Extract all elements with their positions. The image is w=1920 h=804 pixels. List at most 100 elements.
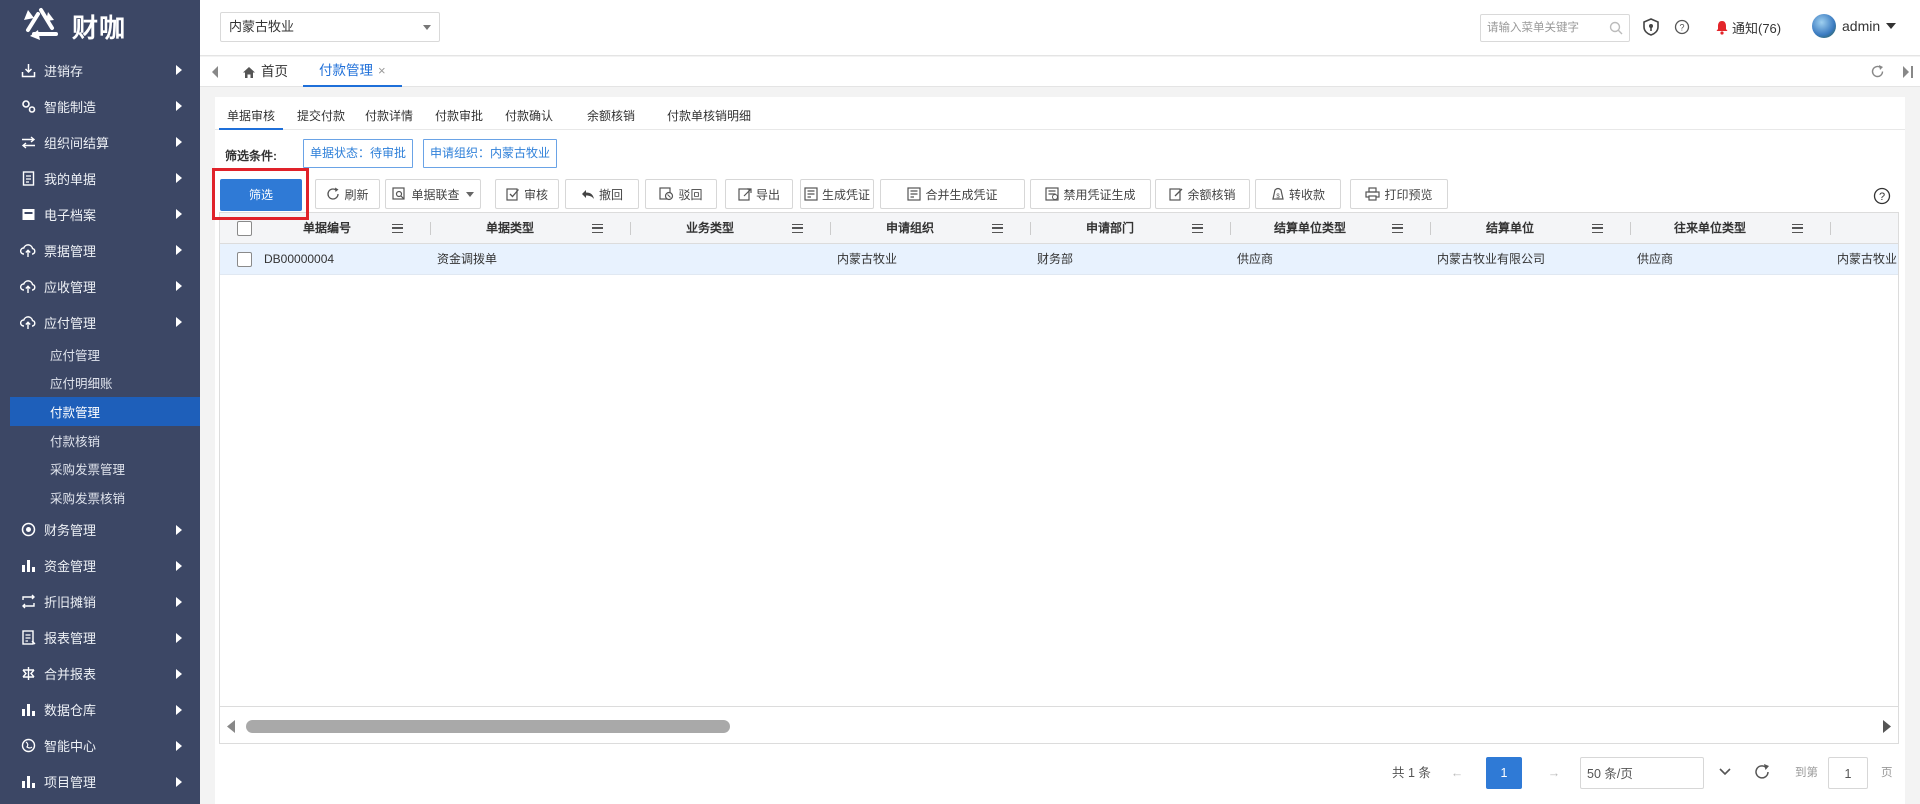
menu-label: 折旧摊销	[44, 595, 97, 611]
print-preview-button[interactable]: 打印预览	[1350, 179, 1448, 209]
sidebar-subitem[interactable]: 付款核销	[0, 426, 200, 455]
column-header[interactable]: 往	[1830, 213, 1898, 244]
document-link-button[interactable]: 单据联查	[385, 179, 481, 209]
subtab[interactable]: 余额核销	[579, 104, 643, 130]
row-checkbox[interactable]	[237, 252, 252, 267]
refresh-page-icon[interactable]	[1753, 755, 1771, 787]
merge-voucher-button[interactable]: 合并生成凭证	[880, 179, 1025, 209]
notification-label: 通知(76)	[1732, 21, 1782, 36]
subtab[interactable]: 付款审批	[427, 104, 491, 130]
notification-button[interactable]: 通知(76)	[1715, 18, 1781, 37]
tab-home[interactable]: 首页	[242, 57, 288, 87]
sidebar-subitem[interactable]: 采购发票管理	[0, 454, 200, 483]
column-menu-icon[interactable]	[1592, 224, 1603, 233]
sidebar-menu-item[interactable]: 电子档案	[0, 196, 200, 232]
scroll-left-icon[interactable]	[226, 720, 236, 733]
prev-page-icon[interactable]: ←	[1440, 757, 1474, 789]
voucher-icon	[907, 187, 922, 201]
column-header[interactable]: 申请组织	[830, 213, 990, 244]
table-row[interactable]: DB00000004 资金调拨单 内蒙古牧业 财务部 供应商 内蒙古牧业有限公司 供应商 内蒙…	[220, 244, 1898, 275]
column-menu-icon[interactable]	[1792, 224, 1803, 233]
sidebar-menu-item[interactable]: 数据仓库	[0, 692, 200, 728]
generate-voucher-button[interactable]: 生成凭证	[800, 179, 874, 209]
reload-icon[interactable]	[1870, 64, 1885, 79]
to-receipt-button[interactable]: $ 转收款	[1255, 179, 1341, 209]
column-header[interactable]: 申请部门	[1030, 213, 1190, 244]
subtab[interactable]: 提交付款	[289, 104, 353, 130]
column-menu-icon[interactable]	[1392, 224, 1403, 233]
shield-icon[interactable]	[1642, 18, 1660, 36]
scrollbar-thumb[interactable]	[246, 720, 730, 733]
logo[interactable]: 财咖	[0, 0, 200, 52]
sidebar-menu-item[interactable]: 资金管理	[0, 548, 200, 584]
sidebar-menu-item[interactable]: 票据管理	[0, 232, 200, 268]
reject-button[interactable]: 驳回	[645, 179, 717, 209]
sidebar-menu-item[interactable]: 我的单据	[0, 160, 200, 196]
sidebar-menu-item[interactable]: 折旧摊销	[0, 584, 200, 620]
column-menu-icon[interactable]	[992, 224, 1003, 233]
sidebar-menu-item[interactable]: 报表管理	[0, 620, 200, 656]
balance-writeoff-button[interactable]: 余额核销	[1155, 179, 1250, 209]
sidebar-menu-item[interactable]: 应收管理	[0, 268, 200, 304]
page-size-select[interactable]: 50 条/页	[1580, 757, 1704, 789]
inventory-icon	[20, 62, 36, 78]
approve-button[interactable]: 审核	[495, 179, 559, 209]
sidebar-menu-item[interactable]: 合并报表	[0, 656, 200, 692]
sidebar-menu-item[interactable]: 组织间结算	[0, 124, 200, 160]
refresh-button[interactable]: 刷新	[315, 179, 380, 209]
tab-scroll-left-icon[interactable]	[210, 65, 220, 79]
subtabs: 单据审核 提交付款 付款详情 付款审批 付款确认 余额核销 付款单核销明细	[215, 104, 1905, 130]
menu-search-input[interactable]: 请输入菜单关键字	[1480, 14, 1630, 42]
horizontal-scrollbar[interactable]	[220, 706, 1898, 743]
withdraw-button[interactable]: 撤回	[565, 179, 639, 209]
printer-icon	[1365, 187, 1381, 201]
column-header[interactable]: 结算单位	[1430, 213, 1590, 244]
disable-voucher-button[interactable]: 禁用凭证生成	[1030, 179, 1151, 209]
subtab[interactable]: 付款单核销明细	[659, 104, 759, 130]
sidebar-menu-item[interactable]: 财务管理	[0, 512, 200, 548]
user-menu[interactable]: admin	[1812, 14, 1897, 38]
sidebar-menu-item[interactable]: 应付管理	[0, 304, 200, 340]
page-current[interactable]: 1	[1486, 757, 1522, 789]
sidebar-subitem[interactable]: 采购发票核销	[0, 483, 200, 512]
sidebar-subitem-active[interactable]: 付款管理	[10, 397, 200, 426]
column-header[interactable]: 往来单位类型	[1630, 213, 1790, 244]
scroll-right-icon[interactable]	[1882, 720, 1892, 733]
filter-chip-status[interactable]: 单据状态：待审批	[303, 139, 414, 168]
sidebar-menu-item[interactable]: 智能制造	[0, 88, 200, 124]
column-menu-icon[interactable]	[392, 224, 403, 233]
export-button[interactable]: 导出	[725, 179, 793, 209]
chevron-down-icon[interactable]	[1718, 765, 1732, 781]
button-label: 导出	[755, 187, 780, 202]
sidebar-menu-item[interactable]: 项目管理	[0, 764, 200, 800]
org-select[interactable]: 内蒙古牧业	[220, 12, 440, 42]
next-page-icon[interactable]: →	[1537, 757, 1571, 789]
tab-scroll-right-icon[interactable]	[1901, 65, 1915, 79]
subtab[interactable]: 付款详情	[357, 104, 421, 130]
column-menu-icon[interactable]	[592, 224, 603, 233]
help-icon[interactable]: ?	[1674, 19, 1690, 35]
menu-label: 进销存	[44, 63, 84, 79]
filter-chip-org[interactable]: 申请组织：内蒙古牧业	[423, 139, 558, 168]
document-search-icon	[392, 187, 407, 201]
tab-payment-management[interactable]: 付款管理 ×	[303, 57, 402, 87]
voucher-icon	[1045, 187, 1060, 201]
pagination: 共 1 条 ← 1 → 50 条/页 到第 1 页	[215, 757, 1905, 789]
sidebar-menu-item[interactable]: 进销存	[0, 52, 200, 88]
goto-page-input[interactable]: 1	[1828, 757, 1868, 789]
sidebar-menu-item[interactable]: 智能中心	[0, 728, 200, 764]
menu-label: 数据仓库	[44, 703, 97, 719]
sidebar-subitem[interactable]: 应付明细账	[0, 369, 200, 398]
column-menu-icon[interactable]	[1192, 224, 1203, 233]
column-header[interactable]: 单据类型	[430, 213, 590, 244]
question-icon[interactable]: ?	[1873, 187, 1891, 205]
column-header[interactable]: 结算单位类型	[1230, 213, 1390, 244]
subtab[interactable]: 付款确认	[497, 104, 561, 130]
subtab-active[interactable]: 单据审核	[219, 104, 284, 130]
sidebar-subitem[interactable]: 应付管理	[0, 340, 200, 369]
column-menu-icon[interactable]	[792, 224, 803, 233]
search-icon[interactable]	[1609, 21, 1623, 35]
select-all-checkbox[interactable]	[237, 221, 252, 236]
close-icon[interactable]: ×	[378, 57, 386, 85]
column-header[interactable]: 业务类型	[630, 213, 790, 244]
